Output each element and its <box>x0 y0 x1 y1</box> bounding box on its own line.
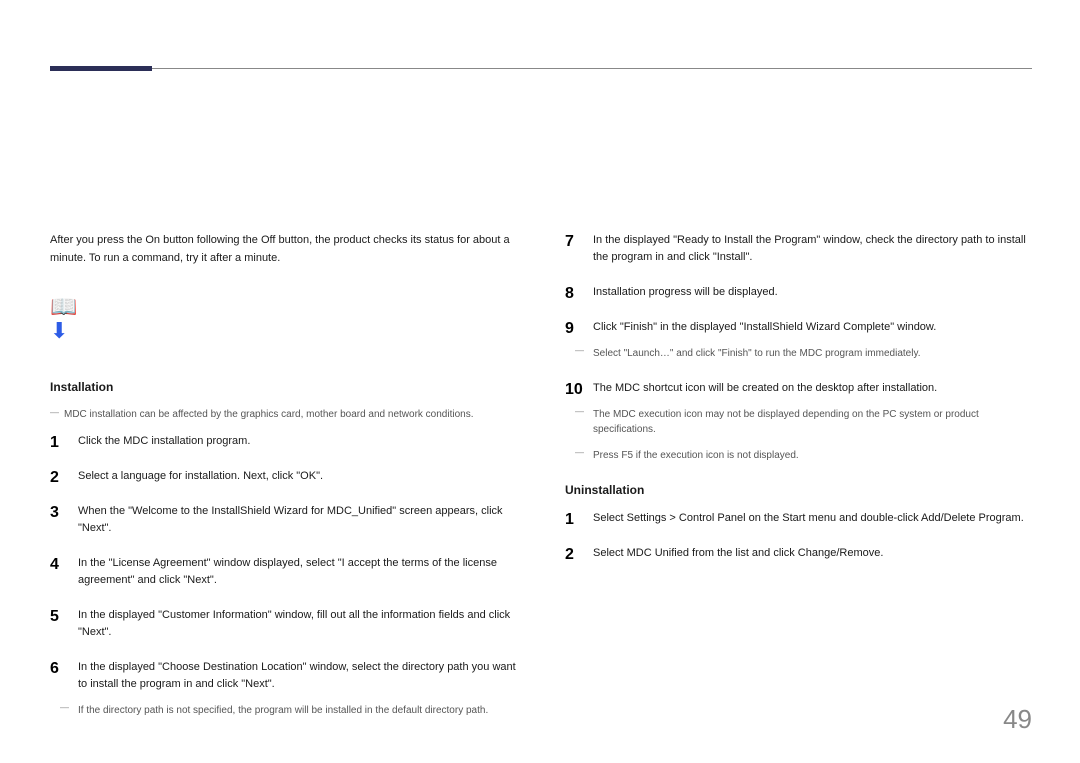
step-4: In the "License Agreement" window displa… <box>50 555 517 589</box>
launch-now-note: Select "Launch…" and click "Finish" to r… <box>593 346 1032 362</box>
uninstall-heading: Uninstallation <box>565 481 1032 500</box>
step-3: When the "Welcome to the InstallShield W… <box>50 503 517 537</box>
header-rule <box>50 68 1032 69</box>
press-f5-note: Press F5 if the execution icon is not di… <box>593 448 1032 464</box>
step-9-text: Click "Finish" in the displayed "Install… <box>593 321 936 333</box>
install-heading: Installation <box>50 378 517 397</box>
right-column: In the displayed "Ready to Install the P… <box>565 232 1032 737</box>
intro-text: After you press the On button following … <box>50 232 517 267</box>
step-2: Select a language for installation. Next… <box>50 468 517 485</box>
step-10-text: The MDC shortcut icon will be created on… <box>593 382 937 394</box>
default-dir-note: If the directory path is not specified, … <box>78 703 517 719</box>
page-content: After you press the On button following … <box>50 232 1032 737</box>
step-9: Click "Finish" in the displayed "Install… <box>565 319 1032 362</box>
install-steps-left: Click the MDC installation program. Sele… <box>50 433 517 719</box>
download-icon: ⬇ <box>50 318 68 343</box>
install-note: MDC installation can be affected by the … <box>64 407 517 423</box>
uninstall-step-1: Select Settings > Control Panel on the S… <box>565 510 1032 527</box>
step-7: In the displayed "Ready to Install the P… <box>565 232 1032 266</box>
uninstall-steps: Select Settings > Control Panel on the S… <box>565 510 1032 562</box>
step-6: In the displayed "Choose Destination Loc… <box>50 659 517 719</box>
step-6-text: In the displayed "Choose Destination Loc… <box>78 661 516 690</box>
step-10: The MDC shortcut icon will be created on… <box>565 380 1032 464</box>
book-icon: 📖 <box>50 294 77 319</box>
left-column: After you press the On button following … <box>50 232 517 737</box>
section-icon-group: 📖 ⬇ <box>50 295 517 343</box>
install-steps-right: In the displayed "Ready to Install the P… <box>565 232 1032 463</box>
icon-not-shown-note: The MDC execution icon may not be displa… <box>593 407 1032 438</box>
header-accent-bar <box>50 66 152 71</box>
uninstall-step-2: Select MDC Unified from the list and cli… <box>565 545 1032 562</box>
step-1: Click the MDC installation program. <box>50 433 517 450</box>
page-number: 49 <box>1003 704 1032 735</box>
step-5: In the displayed "Customer Information" … <box>50 607 517 641</box>
step-8: Installation progress will be displayed. <box>565 284 1032 301</box>
